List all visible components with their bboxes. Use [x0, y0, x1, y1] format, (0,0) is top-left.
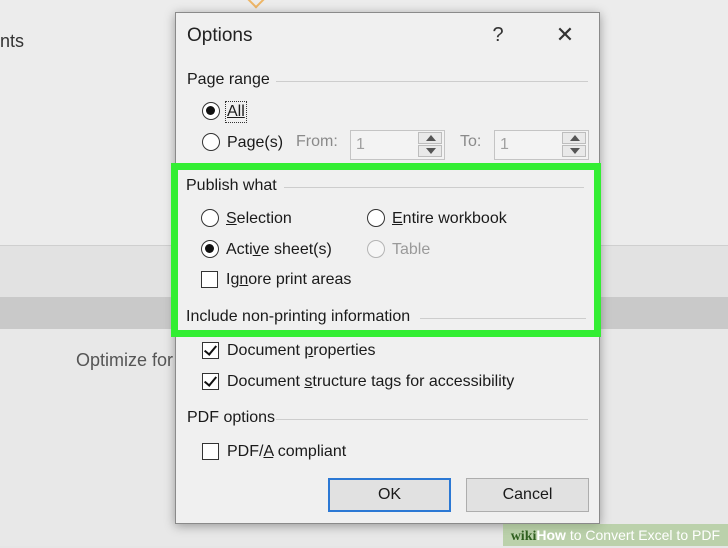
to-label: To:: [460, 133, 482, 150]
pages-label[interactable]: Page(s): [227, 134, 283, 152]
watermark-wiki: wiki: [510, 529, 537, 544]
pages-radio[interactable]: [202, 133, 220, 151]
to-spinner[interactable]: [494, 130, 589, 160]
watermark-title: to Convert Excel to PDF: [565, 527, 720, 543]
from-spin-up-button[interactable]: [418, 132, 442, 144]
help-button[interactable]: ?: [486, 21, 510, 49]
selection-label[interactable]: Selection: [226, 210, 292, 228]
document-properties-checkbox[interactable]: [202, 342, 219, 359]
selection-radio[interactable]: [201, 209, 219, 227]
entire-workbook-label[interactable]: Entire workbook: [392, 210, 507, 228]
ok-button[interactable]: OK: [328, 478, 451, 512]
from-spinner[interactable]: [350, 130, 445, 160]
table-label: Table: [392, 241, 431, 258]
non-printing-divider: [420, 318, 586, 319]
from-spin-down-button[interactable]: [418, 145, 442, 157]
structure-tags-label[interactable]: Document structure tags for accessibilit…: [227, 373, 514, 391]
from-spinner-arrows: [418, 132, 442, 158]
to-spinner-arrows: [562, 132, 586, 158]
dialog-title: Options: [187, 25, 253, 46]
spin-down-icon: [426, 148, 436, 154]
wikihow-watermark: wikiHow to Convert Excel to PDF: [502, 524, 728, 546]
all-label[interactable]: All: [225, 101, 247, 123]
checkmark-icon: [203, 342, 218, 356]
spin-up-icon: [570, 135, 580, 141]
ignore-print-areas-label[interactable]: Ignore print areas: [226, 271, 351, 289]
to-input[interactable]: [495, 131, 561, 159]
all-label-text: All: [227, 103, 245, 120]
structure-tags-checkbox[interactable]: [202, 373, 219, 390]
publish-what-group-label: Publish what: [186, 177, 277, 194]
page-range-divider: [276, 81, 588, 82]
publish-what-section: Publish what Selection Entire workbook A…: [180, 170, 591, 330]
active-sheets-radio[interactable]: [201, 240, 219, 258]
pdf-options-divider: [276, 419, 588, 420]
spin-up-icon: [426, 135, 436, 141]
active-sheets-label[interactable]: Active sheet(s): [226, 241, 332, 259]
table-radio[interactable]: [367, 240, 385, 258]
dialog-titlebar: Options ? ✕: [176, 13, 599, 57]
checkmark-icon: [203, 373, 218, 387]
watermark-how: How: [536, 527, 566, 543]
pdfa-checkbox[interactable]: [202, 443, 219, 460]
ignore-print-areas-checkbox[interactable]: [201, 271, 218, 288]
non-printing-group-label: Include non-printing information: [186, 308, 411, 325]
background-label: nts: [0, 31, 25, 51]
close-icon[interactable]: ✕: [550, 21, 580, 49]
entire-workbook-radio[interactable]: [367, 209, 385, 227]
page-range-group-label: Page range: [187, 71, 270, 88]
cancel-button[interactable]: Cancel: [466, 478, 589, 512]
spin-down-icon: [570, 148, 580, 154]
from-input[interactable]: [351, 131, 417, 159]
to-spin-down-button[interactable]: [562, 145, 586, 157]
pdf-options-group-label: PDF options: [187, 409, 276, 426]
publish-what-divider: [284, 187, 584, 188]
to-spin-up-button[interactable]: [562, 132, 586, 144]
from-label: From:: [296, 133, 338, 150]
all-radio[interactable]: [202, 102, 220, 120]
document-properties-label[interactable]: Document properties: [227, 342, 376, 360]
pdfa-label[interactable]: PDF/A compliant: [227, 443, 346, 461]
optimize-for-label: Optimize for: [76, 350, 174, 370]
